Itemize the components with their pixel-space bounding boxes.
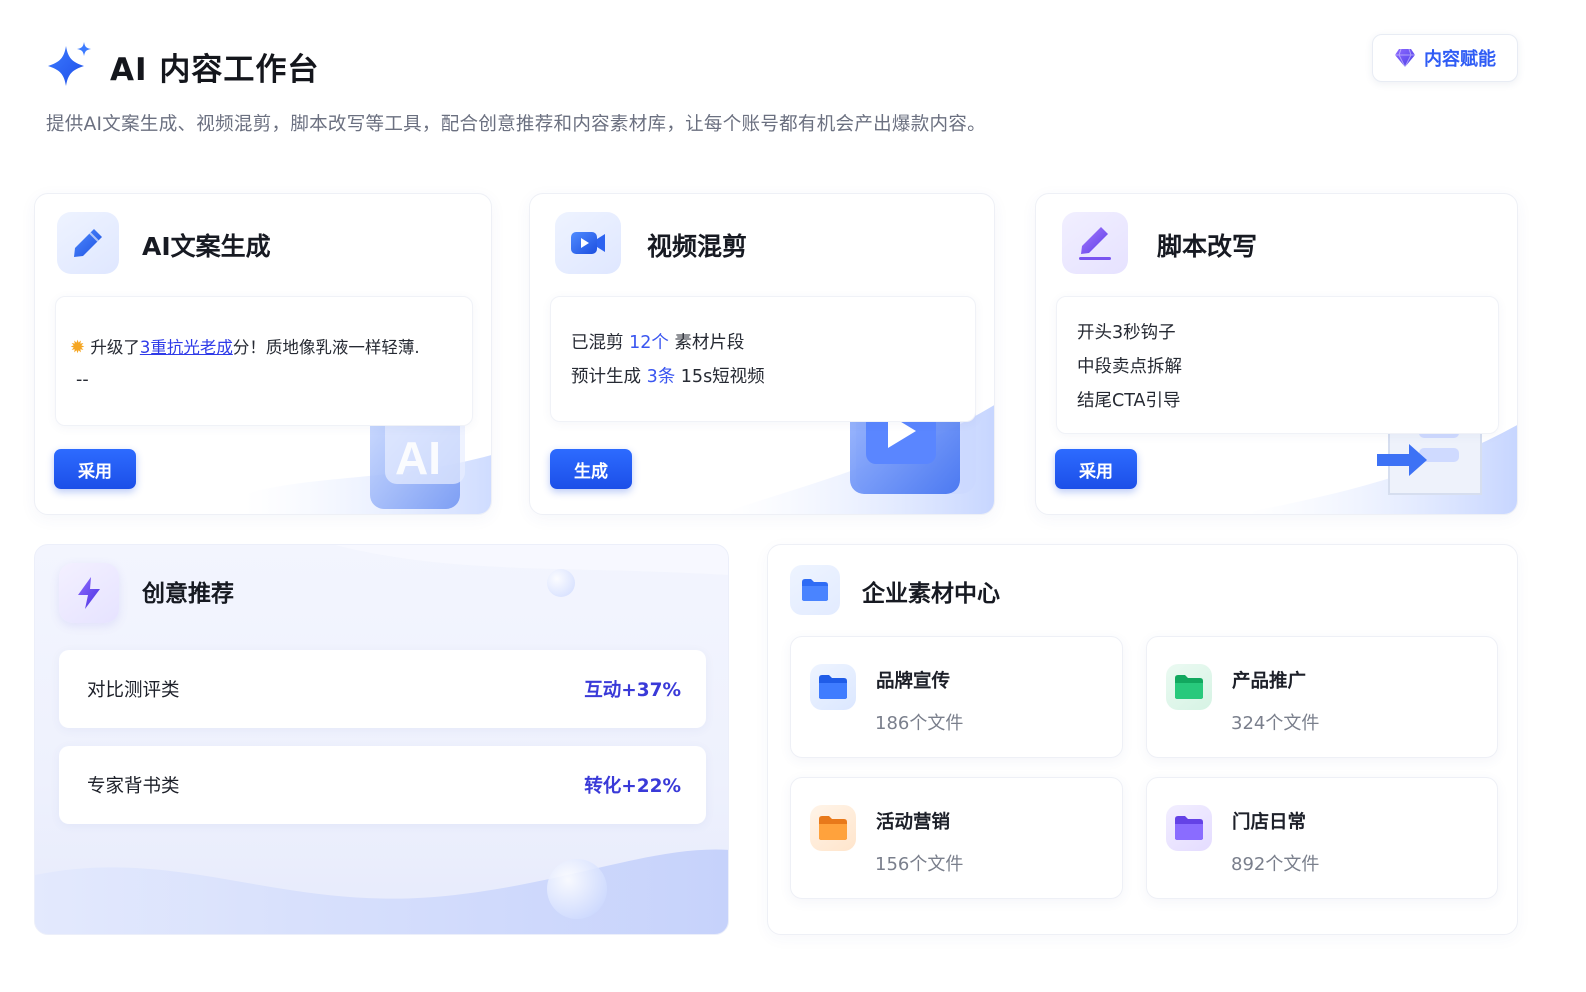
edit-script-icon (1079, 227, 1111, 260)
script-line-cta: 结尾CTA引导 (1077, 391, 1181, 411)
diamond-icon (1395, 48, 1415, 68)
generate-button[interactable]: 生成 (550, 449, 632, 489)
script-line-hook: 开头3秒钩子 (1077, 323, 1176, 343)
adopt-button[interactable]: 采用 (1055, 449, 1137, 489)
recommendation-row[interactable]: 专家背书类 转化+22% (59, 746, 706, 824)
recommendation-label: 专家背书类 (87, 776, 180, 797)
copy-link[interactable]: 3重抗光老成 (140, 338, 233, 357)
clip-count: 12个 (629, 333, 669, 353)
folder-icon-tile (1166, 664, 1212, 710)
video-line1-suffix: 素材片段 (674, 333, 745, 353)
page-title: AI 内容工作台 (110, 52, 320, 88)
tool-card-script-rewrite: 脚本改写 开头3秒钩子 中段卖点拆解 结尾CTA引导 采用 (1035, 193, 1518, 515)
folder-icon-tile (1166, 805, 1212, 851)
asset-center-title: 企业素材中心 (862, 581, 1000, 607)
folder-card-product[interactable]: 产品推广 324个文件 (1146, 636, 1498, 758)
page-subtitle: 提供AI文案生成、视频混剪，脚本改写等工具，配合创意推荐和内容素材库，让每个账号… (46, 114, 986, 135)
copy-suffix: 分！质地像乳液一样轻薄. (232, 338, 420, 357)
folder-icon-tile (810, 664, 856, 710)
folder-card-campaign[interactable]: 活动营销 156个文件 (790, 777, 1123, 899)
orange-folder-icon (819, 816, 847, 840)
card-title: 视频混剪 (647, 232, 748, 261)
wave-decoration (35, 545, 728, 934)
content-empower-button[interactable]: 内容赋能 (1372, 34, 1518, 82)
video-preview-line-2: 预计生成 3条 15s短视频 (571, 363, 765, 388)
folder-icon-tile (810, 805, 856, 851)
video-preview-line-1: 已混剪 12个 素材片段 (571, 329, 744, 354)
lightning-icon (78, 577, 100, 609)
ai-decoration-text: AI (395, 432, 441, 484)
recommendation-stat: 互动+37% (584, 680, 681, 701)
lightning-icon-tile (59, 563, 119, 623)
edit-script-icon-tile (1062, 212, 1128, 274)
output-count: 3条 (646, 367, 676, 387)
folder-count: 324个文件 (1231, 713, 1320, 734)
blue-folder-icon (819, 675, 847, 699)
folder-card-store[interactable]: 门店日常 892个文件 (1146, 777, 1498, 899)
folder-count: 186个文件 (875, 713, 964, 734)
video-line1-prefix: 已混剪 (571, 333, 624, 353)
asset-center-panel: 企业素材中心 品牌宣传 186个文件 产品推广 324个文件 活动营销 156个… (767, 544, 1518, 935)
folder-name: 活动营销 (876, 812, 951, 833)
sun-icon: ✹ (70, 337, 86, 358)
pen-icon-tile (57, 212, 119, 274)
script-line-selling-points: 中段卖点拆解 (1077, 357, 1182, 377)
copy-preview-line: ✹ 升级了3重抗光老成分！质地像乳液一样轻薄. (70, 334, 420, 358)
recommendation-stat: 转化+22% (584, 776, 681, 797)
purple-folder-icon (1175, 816, 1203, 840)
recommendation-label: 对比测评类 (87, 680, 180, 701)
content-empower-label: 内容赋能 (1424, 49, 1496, 70)
recommendation-row[interactable]: 对比测评类 互动+37% (59, 650, 706, 728)
creative-title: 创意推荐 (142, 581, 234, 607)
pen-icon (74, 229, 102, 257)
video-preview: 已混剪 12个 素材片段 预计生成 3条 15s短视频 (550, 296, 976, 422)
folder-name: 产品推广 (1232, 671, 1307, 692)
tool-card-ai-copywriting: AI AI文案生成 ✹ 升级了3重抗光老成分！质地像乳液一样轻薄. -- 采用 (34, 193, 492, 515)
green-folder-icon (1175, 675, 1203, 699)
sparkle-icon (48, 42, 91, 86)
tool-card-video-remix: 视频混剪 已混剪 12个 素材片段 预计生成 3条 15s短视频 生成 (529, 193, 995, 515)
video-line2-prefix: 预计生成 (571, 367, 641, 387)
card-title: AI文案生成 (142, 232, 271, 261)
folder-card-brand[interactable]: 品牌宣传 186个文件 (790, 636, 1123, 758)
creative-recommendation-panel: 创意推荐 对比测评类 互动+37% 专家背书类 转化+22% (34, 544, 729, 935)
folder-count: 156个文件 (875, 854, 964, 875)
copy-preview: ✹ 升级了3重抗光老成分！质地像乳液一样轻薄. -- (55, 296, 473, 426)
folder-name: 门店日常 (1232, 812, 1307, 833)
folder-icon (802, 579, 828, 601)
script-preview: 开头3秒钩子 中段卖点拆解 结尾CTA引导 (1056, 296, 1499, 434)
folder-icon-tile (790, 565, 840, 615)
video-icon-tile (555, 212, 621, 274)
video-line2-suffix: 15s短视频 (680, 367, 765, 387)
copy-preview-line-2: -- (76, 370, 89, 390)
card-title: 脚本改写 (1157, 232, 1258, 261)
adopt-button[interactable]: 采用 (54, 449, 136, 489)
video-icon (571, 232, 605, 254)
folder-count: 892个文件 (1231, 854, 1320, 875)
copy-prefix: 升级了 (90, 338, 140, 357)
folder-name: 品牌宣传 (876, 671, 951, 692)
ai-content-workbench: AI 内容工作台 提供AI文案生成、视频混剪，脚本改写等工具，配合创意推荐和内容… (0, 0, 1586, 992)
